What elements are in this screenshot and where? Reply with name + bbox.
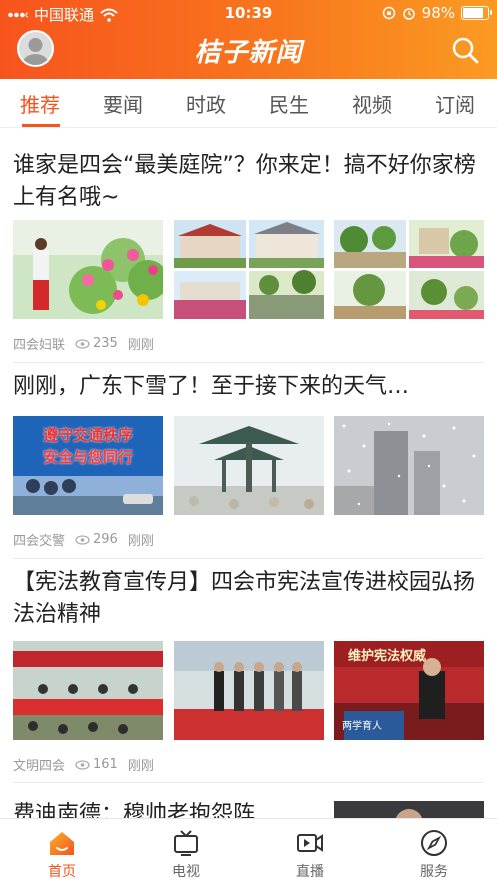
divider	[13, 362, 484, 363]
tab-recommend[interactable]: 推荐	[20, 89, 60, 118]
article-title[interactable]: 谁家是四会“最美庭院”？你来定！搞不好你家榜上有名哦~	[13, 150, 484, 214]
eye-icon	[75, 338, 90, 349]
publish-time: 刚刚	[127, 338, 154, 353]
article-title[interactable]: 刚刚，广东下雪了！至于接下来的天气…	[13, 371, 484, 403]
publish-time: 刚刚	[127, 759, 154, 774]
article-title[interactable]: 【宪法教育宣传月】四会市宪法宣传进校园弘扬法治精神	[13, 567, 484, 631]
nav-label: 直播	[296, 864, 324, 880]
article-thumbnail[interactable]	[174, 220, 324, 319]
view-count: 161	[93, 757, 118, 772]
battery-icon	[461, 6, 492, 20]
divider	[13, 558, 484, 559]
category-tabs: 推荐 要闻 时政 民生 视频 订阅	[0, 79, 497, 128]
banner-text: 安全与您同行	[42, 448, 133, 466]
article-thumbnail[interactable]: 维护宪法权威 两学育人	[334, 641, 484, 740]
nav-label: 服务	[420, 864, 448, 880]
tab-livelihood[interactable]: 民生	[269, 89, 309, 118]
tv-icon	[174, 830, 198, 856]
article-thumbnail[interactable]	[174, 641, 324, 740]
tab-politics[interactable]: 时政	[186, 89, 226, 118]
eye-icon	[75, 759, 90, 770]
nav-label: 首页	[48, 864, 76, 880]
article-thumbnail[interactable]	[334, 416, 484, 515]
orientation-lock-icon	[382, 6, 395, 20]
tab-headlines[interactable]: 要闻	[103, 89, 143, 118]
live-icon	[297, 834, 323, 852]
article-thumbnail[interactable]	[13, 641, 163, 740]
view-count: 235	[93, 336, 118, 351]
article-thumbnail[interactable]	[174, 416, 324, 515]
stage-banner-text: 维护宪法权威	[348, 649, 427, 664]
article-source: 四会妇联	[13, 338, 66, 353]
nav-live[interactable]: 直播	[248, 819, 372, 883]
search-icon[interactable]	[451, 36, 479, 64]
compass-icon	[421, 830, 447, 856]
tab-subscribe[interactable]: 订阅	[435, 89, 475, 118]
status-bar: 中国联通 10:39 98%	[0, 0, 497, 26]
article-thumbnail[interactable]: 遵守交通秩序 安全与您同行	[13, 416, 163, 515]
article-meta: 四会交警 296 刚刚	[13, 530, 154, 549]
podium-text: 两学育人	[342, 721, 382, 732]
eye-icon	[75, 534, 90, 545]
alarm-icon	[402, 8, 415, 20]
article-thumbnail[interactable]	[334, 220, 484, 319]
app-header: 中国联通 10:39 98% 桔子新闻	[0, 0, 497, 79]
nav-label: 电视	[172, 864, 200, 880]
bottom-nav: 首页 电视 直播 服务	[0, 818, 497, 883]
banner-text: 遵守交通秩序	[42, 426, 133, 444]
nav-home[interactable]: 首页	[0, 819, 124, 883]
article-source: 文明四会	[13, 759, 66, 774]
home-icon	[50, 832, 74, 855]
article-meta: 文明四会 161 刚刚	[13, 755, 154, 774]
article-source: 四会交警	[13, 534, 66, 549]
tab-video[interactable]: 视频	[352, 89, 392, 118]
publish-time: 刚刚	[127, 534, 154, 549]
view-count: 296	[93, 532, 118, 547]
article-thumbnail[interactable]	[13, 220, 163, 319]
app-title: 桔子新闻	[194, 38, 303, 68]
nav-service[interactable]: 服务	[372, 819, 496, 883]
article-meta: 四会妇联 235 刚刚	[13, 334, 154, 353]
nav-tv[interactable]: 电视	[124, 819, 248, 883]
battery-percent: 98%	[421, 4, 455, 22]
active-tab-indicator	[22, 124, 60, 127]
divider	[13, 782, 484, 783]
